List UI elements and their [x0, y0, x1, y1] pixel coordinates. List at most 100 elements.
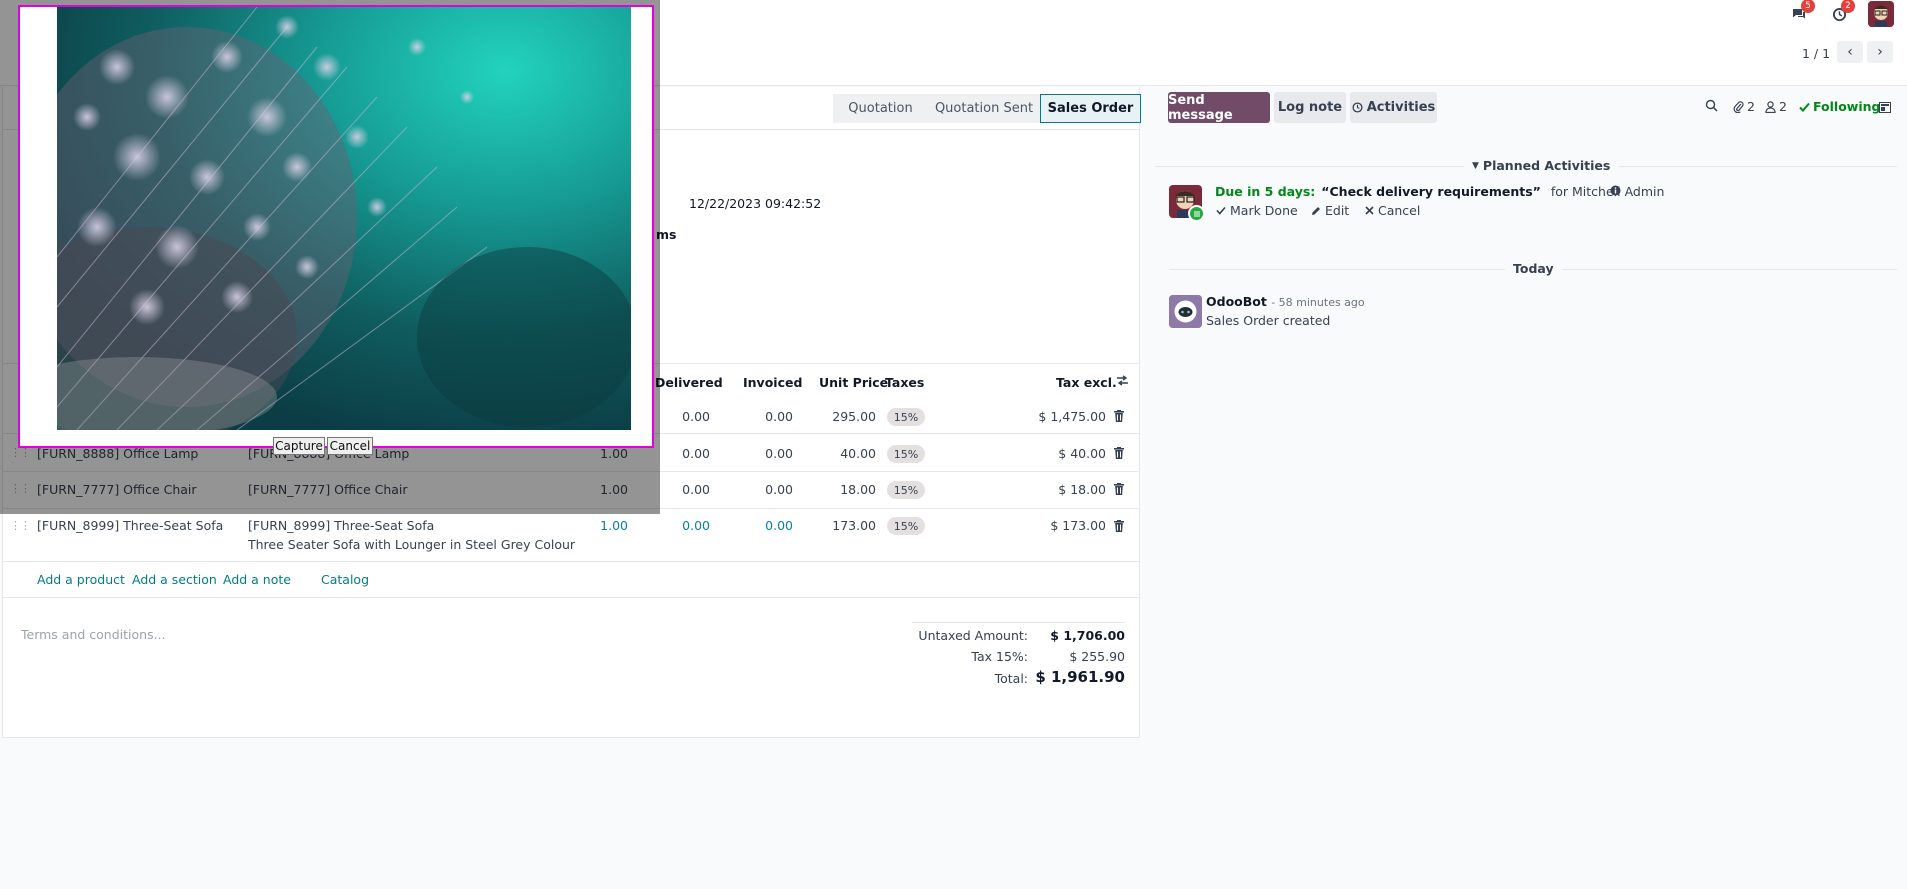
message-time: - 58 minutes ago — [1271, 296, 1365, 309]
untaxed-amount-value: $ 1,706.00 — [1050, 628, 1125, 643]
edit-activity-button[interactable]: Edit — [1311, 203, 1349, 218]
row-description[interactable]: [FURN_8999] Three-Seat Sofa — [248, 518, 434, 533]
activity-due: Due in 5 days: — [1215, 184, 1316, 199]
planned-activities-label: Planned Activities — [1482, 158, 1611, 173]
row-description-line2[interactable]: Three Seater Sofa with Lounger in Steel … — [248, 537, 575, 552]
optional-columns-toggle-icon[interactable] — [1116, 374, 1129, 390]
add-product-link[interactable]: Add a product — [37, 572, 125, 587]
pager-previous-button[interactable]: ‹ — [1837, 41, 1863, 63]
drag-handle-icon[interactable]: ⋮⋮ — [10, 519, 31, 532]
expand-chatter-icon[interactable] — [1879, 101, 1891, 116]
row-subtotal: $ 18.00 — [1058, 482, 1106, 497]
tax-value: $ 255.90 — [1069, 649, 1125, 664]
tax-badge: 15% — [887, 481, 925, 499]
row-delivered: 0.00 — [682, 409, 710, 424]
capture-cancel-button[interactable]: Cancel — [327, 437, 373, 455]
activities-clock-icon[interactable]: 2 — [1827, 0, 1855, 26]
chevron-left-icon: ‹ — [1847, 44, 1853, 60]
row-product[interactable]: [FURN_8999] Three-Seat Sofa — [37, 518, 223, 533]
log-note-button[interactable]: Log note — [1274, 92, 1346, 123]
delete-line-trash-icon[interactable] — [1114, 447, 1126, 460]
activity-type-icon — [1188, 205, 1205, 222]
attachments-count: 2 — [1747, 99, 1755, 114]
row-unit-price[interactable]: 173.00 — [810, 518, 876, 533]
date-separator-today: Today — [1505, 261, 1562, 276]
col-tax-excl[interactable]: Tax excl. — [1056, 375, 1117, 390]
col-delivered[interactable]: Delivered — [655, 375, 723, 390]
capture-button[interactable]: Capture — [273, 437, 325, 455]
add-note-link[interactable]: Add a note — [223, 572, 291, 587]
message-body: Sales Order created — [1206, 313, 1331, 328]
attachments-button[interactable]: 2 — [1733, 99, 1755, 114]
planned-activities-toggle[interactable]: ▼ Planned Activities — [1464, 158, 1619, 173]
tax-badge: 15% — [887, 445, 925, 463]
caret-down-icon: ▼ — [1472, 160, 1479, 171]
table-row[interactable] — [3, 509, 1139, 562]
row-unit-price[interactable]: 18.00 — [810, 482, 876, 497]
stage-quotation[interactable]: Quotation — [833, 94, 928, 123]
odoobot-avatar — [1169, 295, 1202, 328]
row-unit-price: 295.00 — [832, 409, 876, 424]
total-value: $ 1,961.90 — [1035, 668, 1125, 686]
row-subtotal: $ 1,475.00 — [1038, 409, 1106, 424]
row-invoiced: 0.00 — [765, 482, 793, 497]
row-quantity[interactable]: 1.00 — [580, 518, 628, 533]
delete-line-trash-icon[interactable] — [1114, 410, 1126, 423]
total-label: Total: — [994, 671, 1028, 686]
messages-icon[interactable]: 5 — [1787, 0, 1815, 26]
check-icon — [1799, 102, 1810, 112]
catalog-link[interactable]: Catalog — [321, 572, 369, 587]
capture-label: Capture — [275, 439, 323, 453]
mark-done-button[interactable]: Mark Done — [1216, 203, 1298, 218]
check-icon — [1216, 206, 1226, 215]
terms-conditions-field[interactable]: Terms and conditions... — [21, 627, 166, 642]
close-icon — [1365, 206, 1374, 215]
user-avatar[interactable] — [1868, 1, 1894, 27]
pager-next-button[interactable]: › — [1867, 41, 1893, 63]
order-date-value[interactable]: 12/22/2023 09:42:52 — [689, 196, 821, 211]
send-message-label: Send message — [1168, 92, 1233, 123]
edit-label: Edit — [1325, 203, 1350, 218]
capture-cancel-label: Cancel — [329, 439, 371, 453]
pager-value[interactable]: 1 / 1 — [1802, 46, 1830, 61]
activity-summary: “Check delivery requirements” — [1321, 184, 1541, 199]
cancel-activity-button[interactable]: Cancel — [1365, 203, 1420, 218]
untaxed-amount-label: Untaxed Amount: — [918, 628, 1028, 643]
row-delivered: 0.00 — [682, 518, 710, 533]
col-unit-price[interactable]: Unit Price — [819, 375, 888, 390]
stage-quotation-sent[interactable]: Quotation Sent — [928, 94, 1040, 123]
activities-label: Activities — [1366, 100, 1436, 115]
col-taxes[interactable]: Taxes — [885, 375, 924, 390]
row-invoiced: 0.00 — [765, 446, 793, 461]
following-label: Following — [1813, 99, 1881, 114]
user-icon — [1765, 100, 1776, 113]
info-icon[interactable] — [1610, 184, 1621, 199]
log-note-label: Log note — [1277, 100, 1343, 115]
delete-line-trash-icon[interactable] — [1114, 483, 1126, 496]
pencil-icon — [1311, 206, 1321, 216]
search-messages-icon[interactable] — [1705, 99, 1718, 112]
webcam-capture-dialog: Capture Cancel — [18, 5, 654, 455]
activity-assignee: for Mitchell Admin — [1550, 184, 1665, 199]
stage-label: Sales Order — [1047, 101, 1134, 116]
activities-badge: 2 — [1841, 0, 1855, 13]
followers-button[interactable]: 2 — [1765, 99, 1787, 114]
tax-badge: 15% — [887, 408, 925, 426]
chevron-right-icon: › — [1877, 44, 1883, 60]
row-unit-price[interactable]: 40.00 — [810, 446, 876, 461]
send-message-button[interactable]: Send message — [1168, 92, 1270, 123]
totals-top-border — [912, 622, 1125, 623]
row-delivered: 0.00 — [682, 446, 710, 461]
activities-button[interactable]: Activities — [1350, 92, 1437, 123]
divider — [3, 597, 1139, 598]
row-delivered: 0.00 — [682, 482, 710, 497]
message-author[interactable]: OdooBot — [1206, 294, 1267, 309]
stage-sales-order[interactable]: Sales Order — [1040, 94, 1141, 123]
col-invoiced[interactable]: Invoiced — [743, 375, 802, 390]
row-invoiced: 0.00 — [765, 409, 793, 424]
add-section-link[interactable]: Add a section — [132, 572, 217, 587]
delete-line-trash-icon[interactable] — [1114, 520, 1126, 533]
followers-count: 2 — [1779, 99, 1787, 114]
mark-done-label: Mark Done — [1230, 203, 1298, 218]
following-button[interactable]: Following — [1799, 99, 1880, 114]
